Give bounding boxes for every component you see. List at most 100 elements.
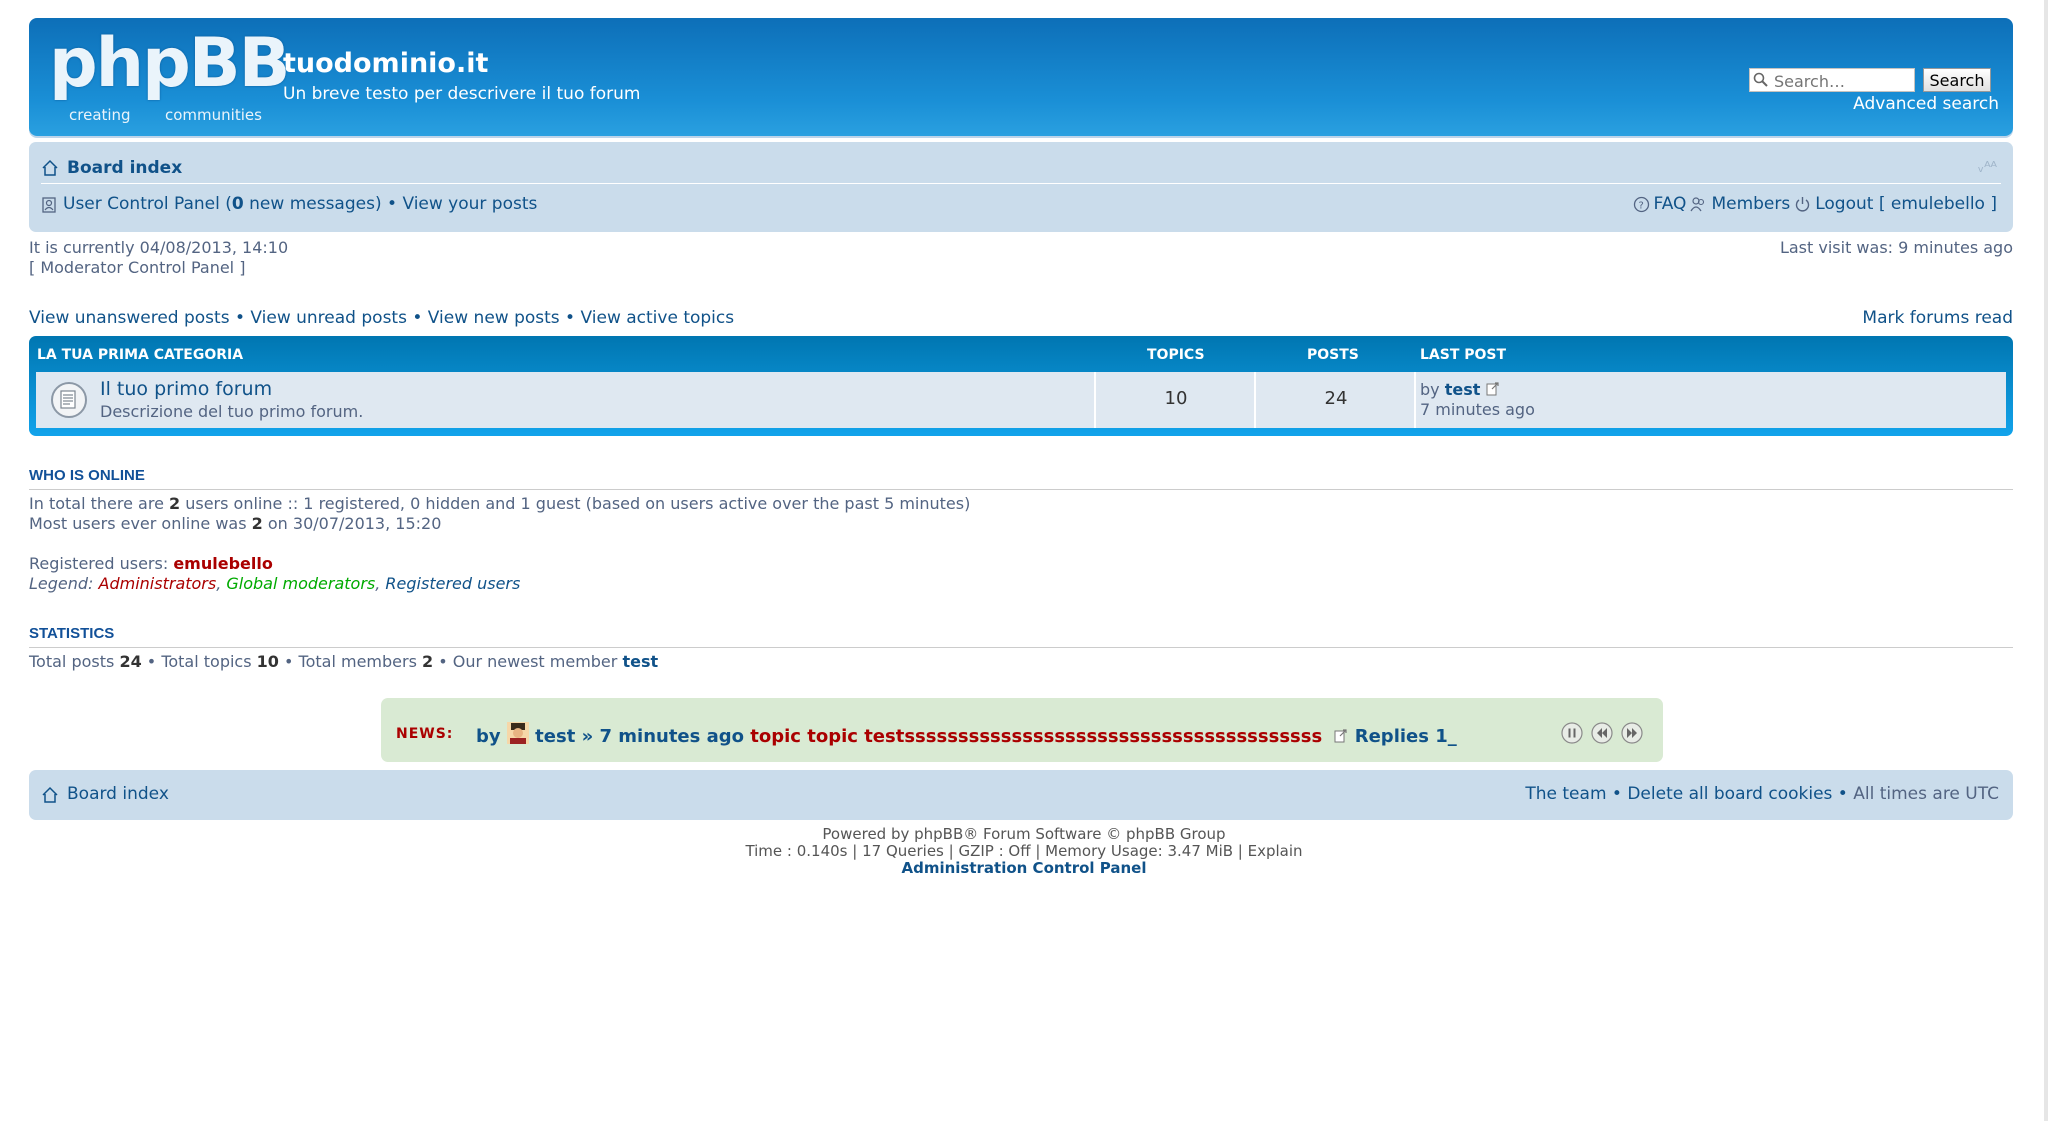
stat-posts-label: Total posts bbox=[29, 652, 120, 671]
cell-divider bbox=[1414, 372, 1416, 428]
legend-administrators-link[interactable]: Administrators bbox=[99, 574, 217, 593]
font-size-toggle[interactable]: ᵥᴬᴬ bbox=[1978, 158, 1997, 176]
scrollbar[interactable] bbox=[2044, 0, 2048, 1121]
stat-topics-label: • Total topics bbox=[141, 652, 257, 671]
mark-forums-read-link[interactable]: Mark forums read bbox=[1862, 308, 2013, 328]
current-time: It is currently 04/08/2013, 14:10 bbox=[29, 238, 289, 257]
logo-tagline-communities: communities bbox=[165, 106, 262, 124]
logout-link[interactable]: Logout [ emulebello ] bbox=[1815, 194, 1997, 214]
site-title[interactable]: tuodominio.it bbox=[283, 48, 488, 79]
stat-topics: 10 bbox=[256, 652, 279, 671]
faq-link[interactable]: FAQ bbox=[1654, 194, 1687, 214]
view-latest-post-icon[interactable] bbox=[1334, 729, 1348, 743]
members-link[interactable]: Members bbox=[1711, 194, 1790, 214]
home-icon bbox=[42, 159, 58, 176]
view-unread-link[interactable]: View unread posts bbox=[250, 308, 407, 328]
last-post-by-label: by bbox=[1420, 380, 1445, 399]
search-icon bbox=[1753, 72, 1768, 87]
online-user-link[interactable]: emulebello bbox=[173, 554, 273, 573]
forum-read-icon bbox=[51, 382, 87, 418]
home-icon bbox=[42, 786, 58, 803]
online-count: 2 bbox=[169, 494, 181, 513]
stat-members-label: • Total members bbox=[278, 652, 422, 671]
news-user-link[interactable]: test bbox=[535, 726, 575, 747]
separator: • bbox=[1606, 784, 1628, 804]
phpbb-logo[interactable]: phpBB ® creating communities bbox=[49, 30, 290, 132]
news-label: NEWS: bbox=[396, 726, 454, 742]
legend-registered-users: Registered users bbox=[385, 574, 521, 593]
status-info: It is currently 04/08/2013, 14:10 [ Mode… bbox=[29, 238, 288, 278]
ucp-link-suffix[interactable]: new messages) bbox=[244, 194, 381, 214]
logo-tagline-creating: creating bbox=[69, 106, 131, 124]
stat-posts: 24 bbox=[119, 652, 142, 671]
last-post-author: by test bbox=[1420, 380, 1500, 399]
view-latest-post-icon[interactable] bbox=[1486, 382, 1500, 396]
who-is-online-title[interactable]: WHO IS ONLINE bbox=[29, 467, 145, 484]
stat-newest-label: • Our newest member bbox=[433, 652, 623, 671]
record-text: Most users ever online was bbox=[29, 514, 252, 533]
breadcrumb: Board index ᵥᴬᴬ bbox=[41, 150, 2001, 184]
quick-links: View unanswered posts • View unread post… bbox=[29, 308, 734, 328]
record-date: on 30/07/2013, 15:20 bbox=[262, 514, 442, 533]
stat-members: 2 bbox=[422, 652, 434, 671]
forum-topics-count: 10 bbox=[1164, 388, 1188, 409]
footer-links: The team • Delete all board cookies • Al… bbox=[1525, 784, 1999, 804]
category-header[interactable]: LA TUA PRIMA CATEGORIA bbox=[37, 347, 243, 363]
online-text-rest: users online :: 1 registered, 0 hidden a… bbox=[180, 494, 971, 513]
new-messages-count: 0 bbox=[231, 194, 244, 214]
ucp-link[interactable]: User Control Panel ( bbox=[63, 194, 232, 214]
news-topic-link[interactable]: topic topic testssssssssssssssssssssssss… bbox=[750, 726, 1322, 747]
view-active-topics-link[interactable]: View active topics bbox=[581, 308, 735, 328]
logout-icon bbox=[1796, 196, 1810, 211]
view-unanswered-link[interactable]: View unanswered posts bbox=[29, 308, 230, 328]
view-your-posts-link[interactable]: View your posts bbox=[402, 194, 537, 214]
copyright: Powered by phpBB® Forum Software © phpBB… bbox=[0, 826, 2048, 877]
search-input[interactable] bbox=[1749, 68, 1915, 92]
user-control-panel-icon bbox=[42, 197, 56, 213]
logo-text: phpBB bbox=[49, 24, 290, 103]
administration-control-panel-link[interactable]: Administration Control Panel bbox=[0, 860, 2048, 877]
divider bbox=[29, 489, 2013, 490]
topics-column-header: TOPICS bbox=[1147, 347, 1205, 363]
legend-comma: , bbox=[375, 574, 386, 593]
last-post-user-link[interactable]: test bbox=[1445, 380, 1481, 399]
separator: • bbox=[559, 308, 581, 328]
news-item: by test » 7 minutes ago topic topic test… bbox=[476, 722, 1457, 747]
divider bbox=[29, 647, 2013, 648]
footer-board-index-link[interactable]: Board index bbox=[67, 784, 169, 804]
legend-label: Legend: bbox=[29, 574, 99, 593]
debug-info: Time : 0.140s | 17 Queries | GZIP : Off … bbox=[745, 842, 1303, 860]
registered-users: Registered users: emulebello Legend: Adm… bbox=[29, 554, 520, 594]
user-avatar bbox=[506, 722, 529, 744]
news-ticker: NEWS: by test » 7 minutes ago topic topi… bbox=[381, 698, 1663, 762]
pause-icon[interactable] bbox=[1561, 722, 1583, 744]
news-replies: Replies 1_ bbox=[1348, 726, 1457, 747]
last-post-column-header: LAST POST bbox=[1420, 347, 1507, 363]
search-box: Search bbox=[1749, 68, 1999, 94]
record-count: 2 bbox=[251, 514, 263, 533]
ucp-links: User Control Panel (0 new messages) • Vi… bbox=[63, 194, 537, 214]
moderator-control-panel-link[interactable]: [ Moderator Control Panel ] bbox=[29, 258, 288, 278]
separator: • bbox=[381, 194, 403, 214]
separator: • bbox=[1832, 784, 1854, 804]
delete-cookies-link[interactable]: Delete all board cookies bbox=[1627, 784, 1832, 804]
footer-navbar: Board index The team • Delete all board … bbox=[29, 770, 2013, 820]
legend-global-moderators-link[interactable]: Global moderators bbox=[226, 574, 375, 593]
forum-posts-count: 24 bbox=[1324, 388, 1348, 409]
legend-comma: , bbox=[216, 574, 227, 593]
statistics-title: STATISTICS bbox=[29, 625, 115, 642]
board-index-link[interactable]: Board index bbox=[67, 158, 182, 178]
forum-row: Il tuo primo forum Descrizione del tuo p… bbox=[36, 372, 2006, 428]
advanced-search-link[interactable]: Advanced search bbox=[1853, 94, 1999, 114]
fast-forward-icon[interactable] bbox=[1621, 722, 1643, 744]
newest-member-link[interactable]: test bbox=[622, 652, 658, 671]
last-post-time: 7 minutes ago bbox=[1420, 400, 1535, 419]
forum-name-link[interactable]: Il tuo primo forum bbox=[100, 378, 272, 400]
registered-label: Registered users: bbox=[29, 554, 174, 573]
the-team-link[interactable]: The team bbox=[1525, 784, 1606, 804]
view-new-posts-link[interactable]: View new posts bbox=[428, 308, 560, 328]
svg-text:?: ? bbox=[1638, 200, 1643, 211]
rewind-icon[interactable] bbox=[1591, 722, 1613, 744]
search-button[interactable]: Search bbox=[1923, 68, 1991, 92]
news-time: » 7 minutes ago bbox=[575, 726, 751, 747]
